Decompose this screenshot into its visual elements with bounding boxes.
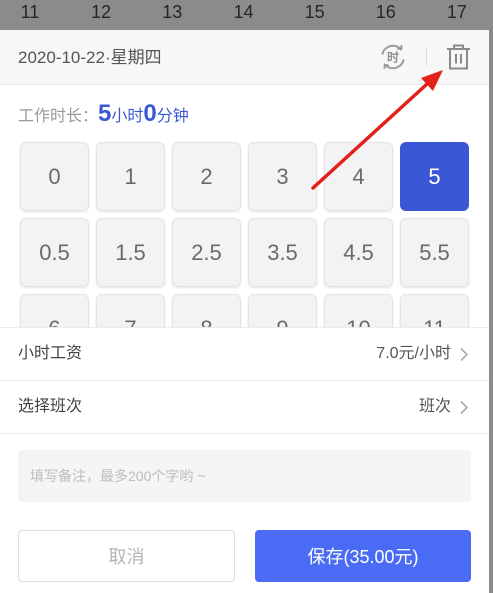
hour-key[interactable]: 3.5 bbox=[248, 218, 317, 287]
note-input[interactable] bbox=[18, 450, 471, 502]
hourly-wage-row[interactable]: 小时工资 7.0元/小时 bbox=[0, 328, 489, 381]
calendar-day: 11 bbox=[20, 2, 40, 22]
hour-key[interactable]: 9 bbox=[248, 294, 317, 327]
hour-key[interactable]: 6 bbox=[20, 294, 89, 327]
hour-key[interactable]: 2.5 bbox=[172, 218, 241, 287]
header-divider bbox=[426, 48, 427, 66]
sheet-header: 2020-10-22·星期四 时 bbox=[0, 30, 489, 85]
work-duration-label: 工作时长： bbox=[18, 108, 99, 125]
hour-key[interactable]: 0 bbox=[20, 142, 89, 211]
hour-keypad[interactable]: 0 1 2 3 4 5 0.5 1.5 2.5 3.5 4.5 5.5 6 7 … bbox=[0, 135, 489, 327]
time-toggle-icon[interactable]: 时 bbox=[378, 42, 408, 72]
chevron-right-icon bbox=[460, 347, 469, 362]
work-hours-sheet: 2020-10-22·星期四 时 工作时长： 5 小时 0 分钟 0 1 2 3 bbox=[0, 30, 489, 593]
trash-icon[interactable] bbox=[446, 44, 471, 70]
duration-minutes: 0 bbox=[143, 100, 157, 127]
hour-key[interactable]: 1 bbox=[96, 142, 165, 211]
calendar-day: 14 bbox=[233, 2, 254, 22]
shift-select-row[interactable]: 选择班次 班次 bbox=[0, 381, 489, 434]
calendar-day: 12 bbox=[91, 2, 112, 22]
chevron-right-icon bbox=[460, 400, 469, 415]
calendar-day: 13 bbox=[162, 2, 183, 22]
calendar-day: 16 bbox=[375, 2, 396, 22]
cancel-button[interactable]: 取消 bbox=[18, 530, 235, 582]
shift-select-label: 选择班次 bbox=[18, 398, 83, 415]
duration-hours: 5 bbox=[98, 100, 112, 127]
hour-key[interactable]: 8 bbox=[172, 294, 241, 327]
time-toggle-label: 时 bbox=[387, 50, 399, 65]
hour-key[interactable]: 4 bbox=[324, 142, 393, 211]
hour-key[interactable]: 11 bbox=[400, 294, 469, 327]
save-button[interactable]: 保存(35.00元) bbox=[255, 530, 471, 582]
selected-date: 2020-10-22·星期四 bbox=[18, 48, 162, 67]
calendar-day: 15 bbox=[304, 2, 325, 22]
hour-key[interactable]: 4.5 bbox=[324, 218, 393, 287]
hour-key[interactable]: 0.5 bbox=[20, 218, 89, 287]
duration-minutes-unit: 分钟 bbox=[156, 108, 189, 125]
duration-hours-unit: 小时 bbox=[111, 108, 144, 125]
hour-key[interactable]: 5.5 bbox=[400, 218, 469, 287]
calendar-day: 17 bbox=[446, 2, 467, 22]
hour-key[interactable]: 10 bbox=[324, 294, 393, 327]
hourly-wage-value: 7.0元/小时 bbox=[376, 345, 451, 362]
hour-key[interactable]: 1.5 bbox=[96, 218, 165, 287]
hour-key[interactable]: 5 bbox=[400, 142, 469, 211]
hour-key[interactable]: 2 bbox=[172, 142, 241, 211]
calendar-week-strip: 11 12 13 14 15 16 17 bbox=[0, 0, 493, 30]
hour-key[interactable]: 7 bbox=[96, 294, 165, 327]
hour-key[interactable]: 3 bbox=[248, 142, 317, 211]
hour-keypad-grid: 0 1 2 3 4 5 0.5 1.5 2.5 3.5 4.5 5.5 6 7 … bbox=[20, 142, 469, 327]
work-duration: 工作时长： 5 小时 0 分钟 bbox=[18, 100, 189, 128]
shift-select-value: 班次 bbox=[418, 398, 451, 415]
hourly-wage-label: 小时工资 bbox=[18, 345, 83, 362]
